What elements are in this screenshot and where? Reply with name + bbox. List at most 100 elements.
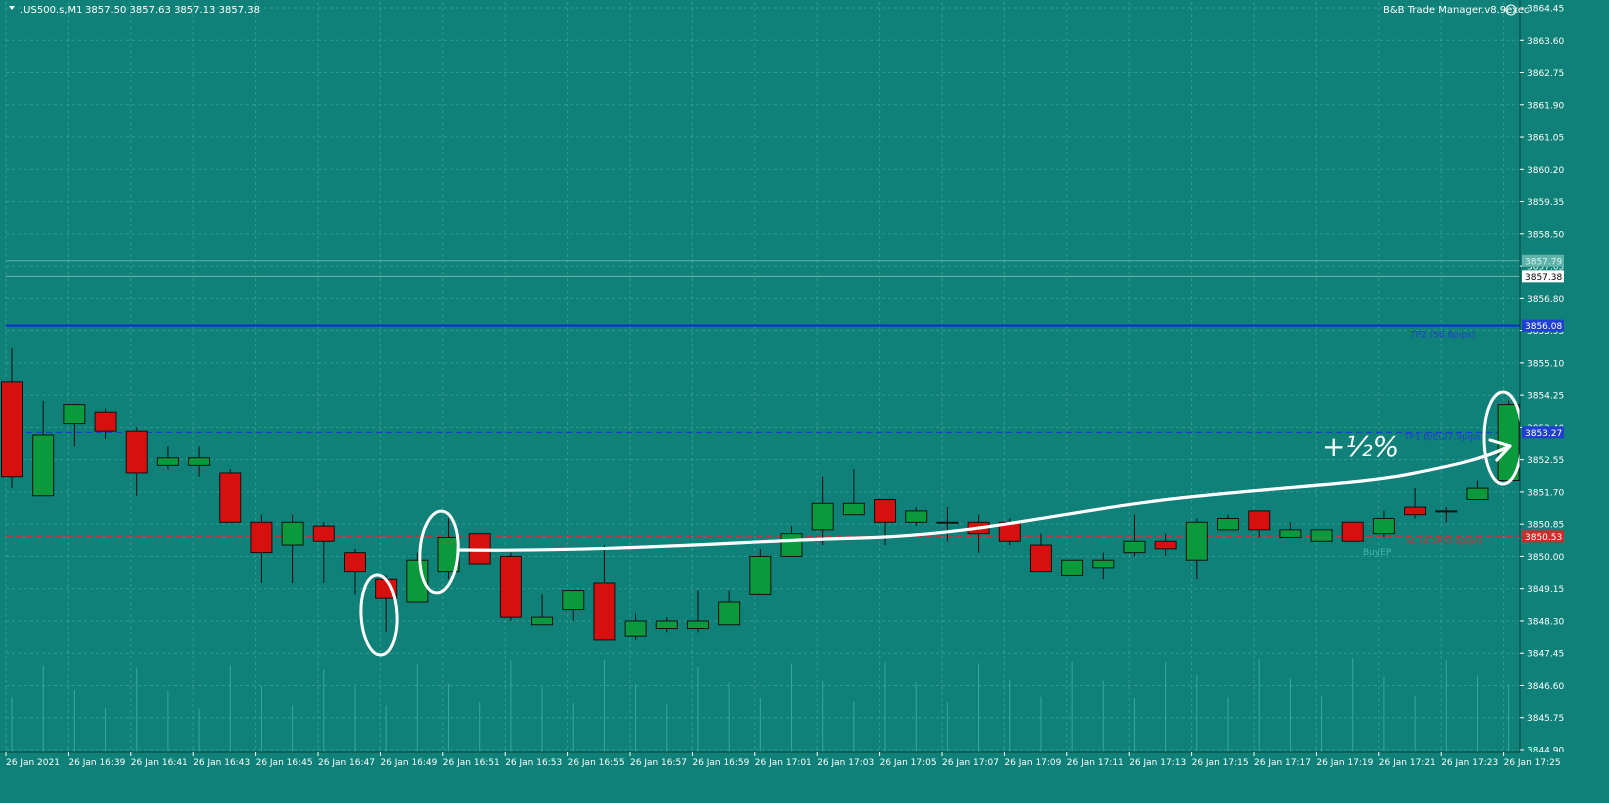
price-tick-label: 3847.45: [1527, 650, 1564, 660]
candle-body: [686, 620, 709, 630]
candle-body: [531, 616, 554, 626]
candle-body: [94, 411, 117, 432]
candle-body: [780, 533, 803, 557]
candle-body: [936, 521, 959, 524]
time-tick-label: 26 Jan 17:19: [1316, 758, 1373, 768]
candle-body: [1123, 540, 1146, 554]
sl-level-text: SL (0.5P(0.0pips): [1406, 536, 1483, 546]
time-tick-label: 26 Jan 17:11: [1067, 758, 1124, 768]
price-tick-label: 3854.25: [1527, 392, 1564, 402]
price-tick-label: 3845.75: [1527, 714, 1564, 724]
price-tick-label: 3861.90: [1527, 101, 1564, 111]
candle-body: [1, 381, 23, 478]
time-tick-label: 26 Jan 16:45: [256, 758, 313, 768]
annotation-label: +½%: [1322, 430, 1399, 463]
time-tick-label: 26 Jan 17:25: [1504, 758, 1561, 768]
price-tick-label: 3855.10: [1527, 359, 1564, 369]
price-tick-label: 3861.05: [1527, 134, 1564, 144]
candle-body: [562, 590, 585, 611]
candle-body: [655, 620, 678, 630]
candle-body: [842, 502, 865, 516]
price-tick-label: 3849.15: [1527, 585, 1564, 595]
price-tick-label: 3856.80: [1527, 295, 1564, 305]
candle-body: [593, 582, 616, 641]
candle-body: [1185, 521, 1208, 561]
price-tick-label: 3864.45: [1527, 5, 1564, 15]
candle-body: [156, 457, 179, 466]
candle-body: [250, 521, 273, 554]
candle-body: [343, 552, 366, 573]
tp1-level-text: TP1 B/E(27.9pips): [1403, 432, 1484, 442]
price-chart[interactable]: TP2 (56.8pips) TP1 B/E(27.9pips) SL (0.5P(…: [0, 0, 1609, 799]
candle-body: [1248, 510, 1271, 531]
tp2-level-text: TP2 (56.8pips): [1409, 331, 1475, 341]
candle-body: [1435, 510, 1458, 513]
price-tick-label: 3848.30: [1527, 617, 1564, 627]
candle-body: [624, 620, 647, 637]
time-tick-label: 26 Jan 17:09: [1004, 758, 1061, 768]
price-axis: 3864.45 3863.60 3862.75 3861.90 3861.05 3860.…: [1519, 0, 1609, 799]
candle-body: [811, 502, 834, 531]
time-tick-label: 26 Jan 16:55: [568, 758, 625, 768]
level-price-tag: 3853.27: [1525, 429, 1562, 439]
time-tick-label: 26 Jan 16:51: [443, 758, 500, 768]
time-tick-label: 26 Jan 16:59: [692, 758, 749, 768]
price-tick-label: 3858.50: [1527, 230, 1564, 240]
candle-body: [1154, 540, 1177, 550]
ohlc-label: 3857.50 3857.63 3857.13 3857.38: [85, 5, 260, 16]
candle-body: [718, 601, 741, 626]
time-tick-label: 26 Jan 16:47: [318, 758, 375, 768]
candle-body: [749, 555, 772, 595]
time-tick-label: 26 Jan 17:01: [755, 758, 812, 768]
candle-body: [1092, 559, 1115, 569]
candle-body: [1061, 559, 1084, 576]
candle-body: [281, 521, 304, 546]
time-axis: 26 Jan 2021 26 Jan 16:39 26 Jan 16:41 26 Ja…: [0, 751, 1609, 799]
time-tick-label: 26 Jan 17:23: [1441, 758, 1498, 768]
price-tick-label: 3852.55: [1527, 456, 1564, 466]
candle-body: [1310, 529, 1333, 542]
level-price-tag: 3856.08: [1525, 322, 1562, 332]
candle-body: [312, 525, 335, 542]
price-tick-label: 3862.75: [1527, 69, 1564, 79]
candle-body: [905, 510, 928, 523]
price-tick-label: 3850.85: [1527, 521, 1564, 531]
time-tick-label: 26 Jan 17:07: [942, 758, 999, 768]
bid-price-tag: 3857.38: [1525, 273, 1562, 283]
candle-body: [32, 434, 55, 497]
candle-body: [1029, 544, 1052, 573]
price-tick-label: 3851.70: [1527, 488, 1564, 498]
time-tick-label: 26 Jan 16:49: [380, 758, 437, 768]
candle-body: [1217, 517, 1240, 531]
ask-price-tag: 3857.79: [1525, 257, 1562, 267]
price-tick-label: 3860.20: [1527, 166, 1564, 176]
time-tick-label: 26 Jan 16:41: [131, 758, 188, 768]
candle-body: [188, 457, 211, 466]
level-price-tag: 3850.53: [1525, 533, 1562, 543]
symbol-label: .US500.s,M1: [20, 5, 83, 16]
candle-body: [1279, 529, 1302, 538]
candlestick-chart[interactable]: TP2 (56.8pips) TP1 B/E(27.9pips) SL (0.5P(…: [0, 0, 1609, 799]
time-tick-label: 26 Jan 17:03: [817, 758, 874, 768]
buy-entry-text: BuyEP: [1363, 548, 1392, 558]
candle-body: [125, 430, 148, 474]
candle-body: [499, 555, 522, 618]
time-tick-label: 26 Jan 16:57: [630, 758, 687, 768]
candle-body: [1466, 487, 1489, 501]
time-tick-label: 26 Jan 2021: [6, 758, 60, 768]
candle-body: [1341, 521, 1364, 542]
time-tick-label: 26 Jan 17:17: [1254, 758, 1311, 768]
candle-body: [874, 499, 897, 523]
candle-body: [63, 404, 86, 425]
time-tick-label: 26 Jan 17:13: [1129, 758, 1186, 768]
time-tick-label: 26 Jan 17:21: [1379, 758, 1436, 768]
price-tick-label: 3850.00: [1527, 553, 1564, 563]
time-tick-label: 26 Jan 16:39: [68, 758, 125, 768]
price-tick-label: 3859.35: [1527, 198, 1564, 208]
price-tick-label: 3846.60: [1527, 682, 1564, 692]
time-tick-label: 26 Jan 17:15: [1192, 758, 1249, 768]
candle-body: [1404, 506, 1427, 516]
price-tick-label: 3863.60: [1527, 37, 1564, 47]
time-tick-label: 26 Jan 16:53: [505, 758, 562, 768]
candle-body: [219, 472, 242, 523]
